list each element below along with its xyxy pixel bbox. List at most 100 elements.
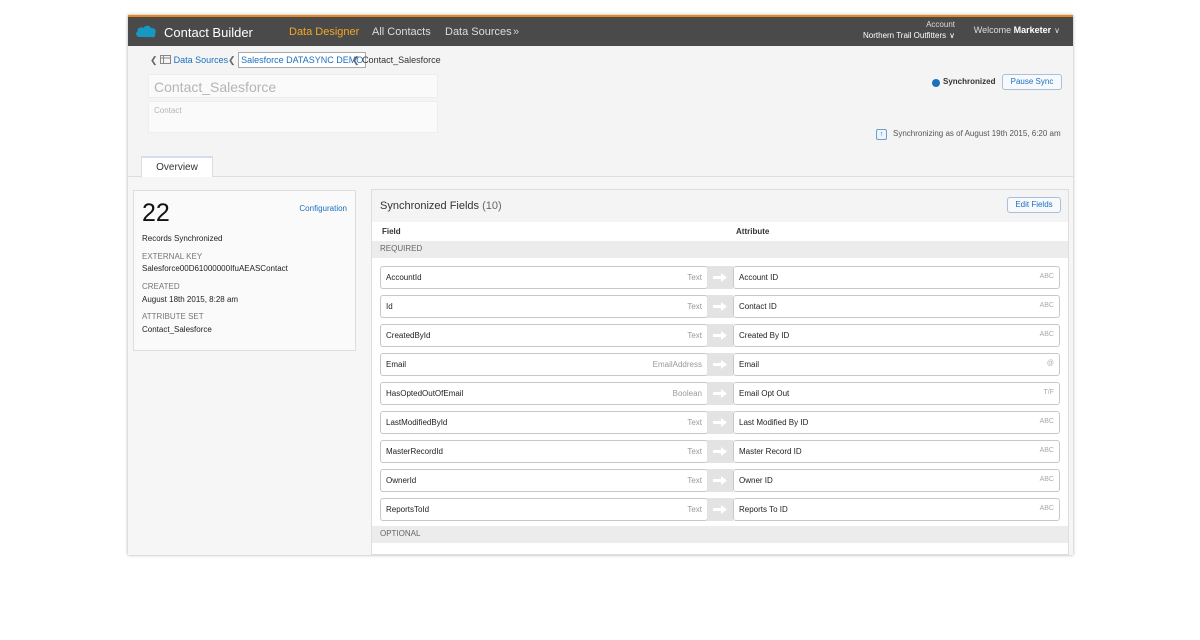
source-field[interactable]: Email EmailAddress [380, 353, 708, 376]
attribute-type-icon: ABC [1039, 476, 1054, 483]
target-attribute[interactable]: Master Record ID ABC [733, 440, 1060, 463]
chevron-down-icon: ∨ [1054, 26, 1060, 35]
field-count: (10) [482, 200, 502, 212]
breadcrumb-data-sources[interactable]: Data Sources [174, 55, 229, 65]
target-attribute[interactable]: Email @ [733, 353, 1060, 376]
synchronized-fields-panel: Synchronized Fields (10) Edit Fields Fie… [371, 189, 1069, 555]
source-field[interactable]: AccountId Text [380, 266, 708, 289]
summary-card: 22 Configuration Records Synchronized EX… [133, 190, 356, 351]
field-mapping-row[interactable]: Id Text Contact ID ABC [380, 295, 1060, 318]
arrow-right-icon [713, 505, 727, 514]
mapping-arrow [707, 324, 733, 347]
mapping-arrow [707, 353, 733, 376]
mapping-arrow [707, 469, 733, 492]
attribute-type-icon: ABC [1039, 418, 1054, 425]
pause-sync-button[interactable]: Pause Sync [1002, 74, 1062, 90]
panel-title: Synchronized Fields (10) [380, 200, 502, 212]
attribute-set-value: Contact_Salesforce [142, 325, 212, 334]
salesforce-cloud-icon[interactable] [135, 24, 157, 39]
field-name: Id [386, 302, 393, 311]
field-mapping-row[interactable]: MasterRecordId Text Master Record ID ABC [380, 440, 1060, 463]
created-value: August 18th 2015, 8:28 am [142, 295, 239, 304]
field-type: EmailAddress [652, 360, 702, 369]
attribute-type-icon: ABC [1039, 505, 1054, 512]
source-field[interactable]: ReportsToId Text [380, 498, 708, 521]
description-input[interactable]: Contact [148, 101, 438, 133]
nav-data-designer[interactable]: Data Designer [289, 26, 359, 38]
target-attribute[interactable]: Created By ID ABC [733, 324, 1060, 347]
table-icon [160, 55, 172, 64]
target-attribute[interactable]: Account ID ABC [733, 266, 1060, 289]
breadcrumb-item: ❮ Salesforce DATASYNC DEMO [228, 52, 367, 68]
chevron-down-icon: ∨ [949, 31, 955, 40]
field-type: Boolean [672, 389, 702, 398]
account-name: Northern Trail Outfitters [863, 31, 947, 40]
source-field[interactable]: OwnerId Text [380, 469, 708, 492]
target-attribute[interactable]: Contact ID ABC [733, 295, 1060, 318]
source-field[interactable]: CreatedById Text [380, 324, 708, 347]
app-title: Contact Builder [164, 25, 253, 40]
mapping-arrow [707, 440, 733, 463]
field-type: Text [687, 505, 702, 514]
mapping-arrow [707, 295, 733, 318]
field-name: MasterRecordId [386, 447, 443, 456]
created-label: CREATED [142, 282, 180, 291]
attribute-type-icon: T/F [1043, 389, 1055, 396]
welcome-label: Welcome [973, 25, 1012, 35]
user-menu[interactable]: Welcome Marketer ∨ [974, 25, 1060, 35]
records-label: Records Synchronized [142, 234, 223, 243]
field-type: Text [687, 302, 702, 311]
arrow-right-icon [713, 389, 727, 398]
field-name: LastModifiedById [386, 418, 448, 427]
field-name: OwnerId [386, 476, 417, 485]
attribute-name: Email Opt Out [739, 389, 790, 398]
edit-fields-button[interactable]: Edit Fields [1007, 197, 1061, 213]
breadcrumb-datasync-demo[interactable]: Salesforce DATASYNC DEMO [238, 52, 367, 68]
field-type: Text [687, 331, 702, 340]
field-mapping-row[interactable]: AccountId Text Account ID ABC [380, 266, 1060, 289]
field-type: Text [687, 447, 702, 456]
field-mapping-row[interactable]: OwnerId Text Owner ID ABC [380, 469, 1060, 492]
chevron-left-icon: ❮ [352, 55, 360, 65]
source-field[interactable]: MasterRecordId Text [380, 440, 708, 463]
attribute-name: Account ID [739, 273, 779, 282]
field-name: AccountId [386, 273, 422, 282]
target-attribute[interactable]: Reports To ID ABC [733, 498, 1060, 521]
account-switcher[interactable]: Northern Trail Outfitters ∨ [863, 31, 955, 40]
field-name: CreatedById [386, 331, 431, 340]
field-mapping-row[interactable]: CreatedById Text Created By ID ABC [380, 324, 1060, 347]
target-attribute[interactable]: Last Modified By ID ABC [733, 411, 1060, 434]
tab-overview[interactable]: Overview [141, 156, 213, 178]
attribute-type-icon: ABC [1039, 447, 1054, 454]
field-mapping-row[interactable]: Email EmailAddress Email @ [380, 353, 1060, 376]
attribute-name: Contact ID [739, 302, 777, 311]
main-content: 22 Configuration Records Synchronized EX… [128, 177, 1073, 555]
field-mapping-row[interactable]: ReportsToId Text Reports To ID ABC [380, 498, 1060, 521]
external-key-label: EXTERNAL KEY [142, 252, 203, 261]
target-attribute[interactable]: Email Opt Out T/F [733, 382, 1060, 405]
mapping-arrow [707, 382, 733, 405]
target-attribute[interactable]: Owner ID ABC [733, 469, 1060, 492]
arrow-right-icon [713, 302, 727, 311]
field-name: ReportsToId [386, 505, 430, 514]
nav-all-contacts[interactable]: All Contacts [372, 26, 431, 38]
user-name: Marketer [1013, 25, 1052, 35]
chevron-left-icon: ❮ [228, 55, 236, 65]
configuration-link[interactable]: Configuration [299, 204, 347, 213]
arrow-right-icon [713, 447, 727, 456]
mapping-arrow [707, 498, 733, 521]
nav-more-icon[interactable]: » [513, 26, 519, 38]
field-mapping-row[interactable]: LastModifiedById Text Last Modified By ID A… [380, 411, 1060, 434]
nav-data-sources[interactable]: Data Sources [445, 26, 512, 38]
arrow-right-icon [713, 273, 727, 282]
sync-info-icon: ↑ [876, 129, 887, 140]
app-window: Contact Builder Data Designer All Contac… [128, 15, 1073, 555]
source-field[interactable]: LastModifiedById Text [380, 411, 708, 434]
field-mapping-row[interactable]: HasOptedOutOfEmail Boolean Email Opt Out T/… [380, 382, 1060, 405]
section-optional: OPTIONAL [372, 526, 1068, 543]
attribute-name: Reports To ID [739, 505, 788, 514]
source-field[interactable]: HasOptedOutOfEmail Boolean [380, 382, 708, 405]
source-field[interactable]: Id Text [380, 295, 708, 318]
name-input[interactable]: Contact_Salesforce [148, 74, 438, 98]
top-navigation-bar: Contact Builder Data Designer All Contac… [128, 15, 1073, 46]
